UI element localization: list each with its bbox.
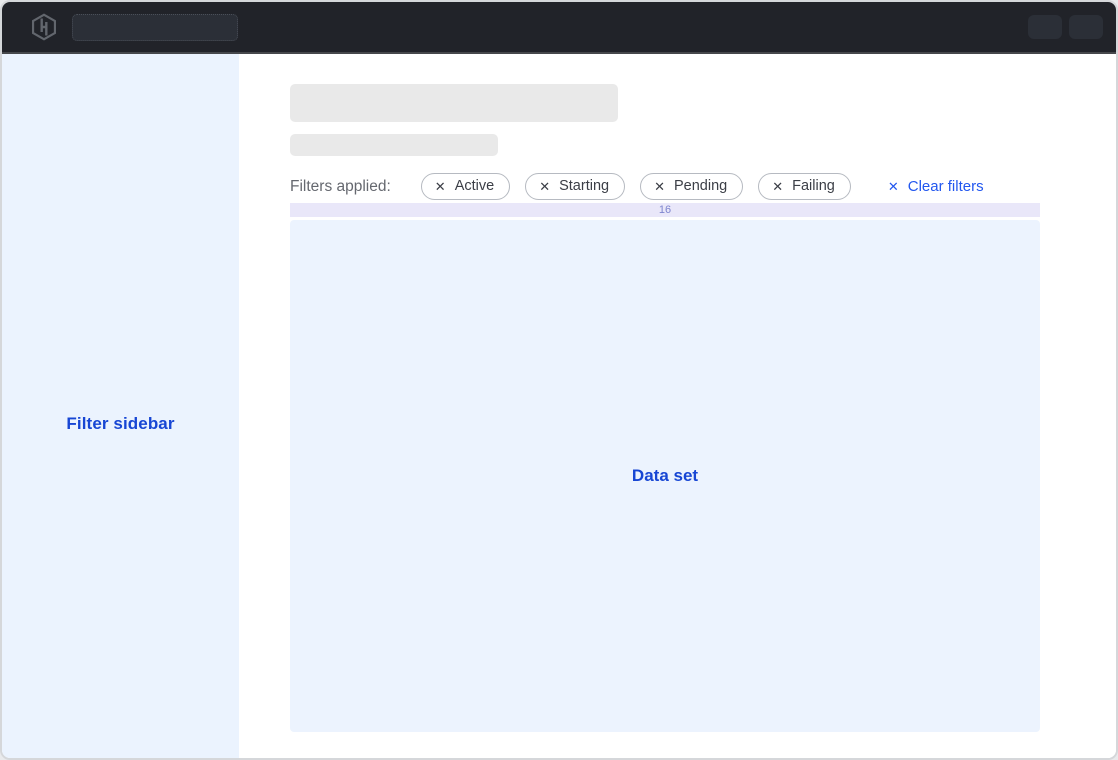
filter-chip-label: Starting [559, 178, 609, 194]
clear-filters-label: Clear filters [908, 178, 984, 195]
remove-filter-icon[interactable]: ✕ [539, 180, 550, 193]
clear-filters-button[interactable]: ✕ Clear filters [888, 178, 984, 195]
clear-filters-icon[interactable]: ✕ [888, 180, 899, 193]
nav-button-skeleton-2[interactable] [1069, 15, 1103, 39]
filter-sidebar: Filter sidebar [2, 54, 239, 758]
remove-filter-icon[interactable]: ✕ [654, 180, 665, 193]
data-set-region: Data set [290, 220, 1040, 732]
remove-filter-icon[interactable]: ✕ [435, 180, 446, 193]
spacing-annotation: 16 [290, 203, 1040, 217]
spacing-annotation-value: 16 [659, 205, 671, 216]
data-set-label: Data set [632, 466, 698, 486]
remove-filter-icon[interactable]: ✕ [772, 180, 783, 193]
filter-chip-label: Active [455, 178, 495, 194]
filter-chip-active[interactable]: ✕ Active [421, 173, 510, 200]
app-window: Filter sidebar Filters applied: ✕ Active… [0, 0, 1118, 760]
top-nav [2, 2, 1116, 54]
filter-chip-failing[interactable]: ✕ Failing [758, 173, 851, 200]
applied-filters-bar: Filters applied: ✕ Active ✕ Starting ✕ P… [290, 172, 1116, 201]
hashicorp-logo-icon [30, 13, 58, 41]
filter-chip-label: Pending [674, 178, 727, 194]
page-subtitle-skeleton [290, 134, 498, 156]
nav-placeholder-skeleton [72, 14, 238, 41]
filters-applied-label: Filters applied: [290, 178, 391, 196]
filter-chip-list: ✕ Active ✕ Starting ✕ Pending ✕ Failing [421, 173, 851, 200]
main-content: Filters applied: ✕ Active ✕ Starting ✕ P… [239, 54, 1116, 758]
nav-button-skeleton-1[interactable] [1028, 15, 1062, 39]
filter-chip-label: Failing [792, 178, 835, 194]
app-body: Filter sidebar Filters applied: ✕ Active… [2, 54, 1116, 758]
filter-chip-starting[interactable]: ✕ Starting [525, 173, 625, 200]
filter-sidebar-label: Filter sidebar [66, 414, 174, 434]
filter-chip-pending[interactable]: ✕ Pending [640, 173, 743, 200]
page-title-skeleton [290, 84, 618, 122]
